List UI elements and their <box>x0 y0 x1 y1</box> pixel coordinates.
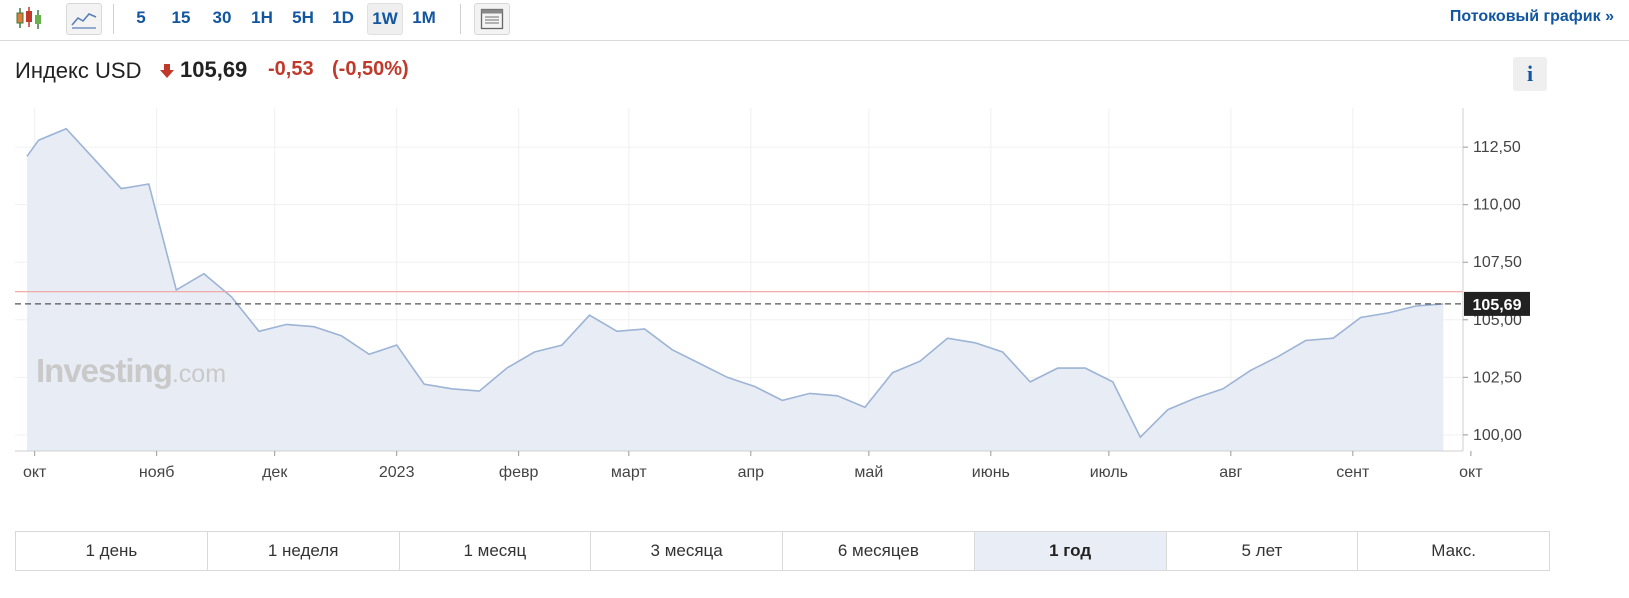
range-1-month[interactable]: 1 месяц <box>400 532 592 570</box>
x-tick-label: апр <box>738 464 765 481</box>
x-tick-label: окт <box>1459 464 1483 481</box>
y-tick-label: 112,50 <box>1473 139 1521 156</box>
x-tick-label: дек <box>262 464 288 481</box>
range-6-months[interactable]: 6 месяцев <box>783 532 975 570</box>
x-tick-label: 2023 <box>379 464 415 481</box>
range-1-day[interactable]: 1 день <box>16 532 208 570</box>
interval-15[interactable]: 15 <box>164 3 198 33</box>
range-max[interactable]: Макс. <box>1358 532 1549 570</box>
interval-5[interactable]: 5 <box>124 3 158 33</box>
x-tick-label: сент <box>1336 464 1370 481</box>
range-1-year[interactable]: 1 год <box>974 532 1167 570</box>
last-price-badge-label: 105,69 <box>1473 297 1522 314</box>
range-1-week[interactable]: 1 неделя <box>208 532 400 570</box>
price-chart: 112,50110,00107,50105,00102,50100,00105,… <box>15 108 1530 481</box>
toolbar-divider <box>113 4 114 34</box>
investing-watermark: Investing.com <box>36 352 227 389</box>
x-tick-label: июль <box>1090 464 1128 481</box>
y-tick-label: 102,50 <box>1473 369 1522 386</box>
streaming-chart-link[interactable]: Потоковый график » <box>1450 8 1614 26</box>
x-tick-label: нояб <box>139 464 175 481</box>
toolbar-divider <box>460 4 461 34</box>
x-tick-label: февр <box>499 464 539 481</box>
price-change-percent: (-0,50%) <box>332 58 409 80</box>
price-change: -0,53 <box>268 58 314 80</box>
arrow-down-icon <box>160 64 174 78</box>
x-tick-label: июнь <box>972 464 1010 481</box>
interval-1h[interactable]: 1H <box>245 3 279 33</box>
candlestick-chart-icon[interactable] <box>12 3 46 33</box>
range-selector: 1 день 1 неделя 1 месяц 3 месяца 6 месяц… <box>15 531 1550 571</box>
interval-1m[interactable]: 1M <box>407 3 441 33</box>
interval-1d[interactable]: 1D <box>326 3 360 33</box>
range-5-years[interactable]: 5 лет <box>1167 532 1359 570</box>
y-tick-label: 107,50 <box>1473 254 1522 271</box>
x-tick-label: март <box>611 464 647 481</box>
last-price: 105,69 <box>180 57 248 82</box>
area-chart-icon[interactable] <box>66 3 102 35</box>
y-tick-label: 100,00 <box>1473 427 1522 444</box>
x-tick-label: авг <box>1219 464 1242 481</box>
x-tick-label: май <box>854 464 883 481</box>
info-button[interactable]: i <box>1513 57 1547 91</box>
interval-5h[interactable]: 5H <box>286 3 320 33</box>
layout-icon[interactable] <box>474 3 510 35</box>
interval-1w[interactable]: 1W <box>367 3 403 35</box>
chart-toolbar: 5 15 30 1H 5H 1D 1W 1M Потоковый график … <box>0 0 1629 41</box>
instrument-title: Индекс USD <box>15 58 142 83</box>
range-3-months[interactable]: 3 месяца <box>591 532 783 570</box>
interval-30[interactable]: 30 <box>205 3 239 33</box>
y-tick-label: 110,00 <box>1473 197 1521 214</box>
x-tick-label: окт <box>23 464 47 481</box>
